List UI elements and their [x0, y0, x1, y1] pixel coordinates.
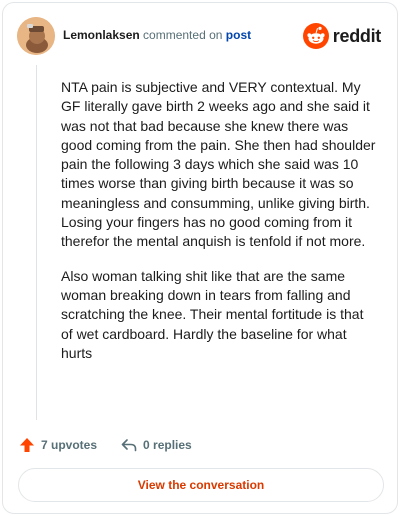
username-link[interactable]: Lemonlaksen: [63, 28, 140, 42]
reply-arrow-icon: [121, 439, 137, 452]
reply-count: 0 replies: [143, 438, 192, 452]
avatar-image: [17, 17, 55, 55]
thread-line: [36, 65, 37, 420]
comment-actions: 7 upvotes 0 replies: [19, 435, 216, 455]
reddit-snoo-icon: [302, 23, 329, 49]
byline-action-text: commented on: [143, 28, 223, 42]
upvote-count: 7 upvotes: [41, 438, 98, 452]
avatar[interactable]: [17, 17, 55, 55]
comment-paragraph: NTA pain is subjective and VERY contextu…: [61, 79, 376, 250]
view-conversation-button[interactable]: View the conversation: [18, 468, 384, 502]
comment-paragraph: Also woman talking shit like that are th…: [61, 267, 364, 361]
reply-button[interactable]: 0 replies: [121, 437, 192, 453]
upvote-arrow-icon: [20, 438, 34, 452]
comment-header: Lemonlaksen commented on post reddit: [17, 17, 383, 57]
comment-card: Lemonlaksen commented on post reddit NTA…: [2, 2, 398, 514]
reddit-logo[interactable]: reddit: [302, 23, 382, 49]
upvote-button[interactable]: 7 upvotes: [19, 437, 97, 453]
comment-body: NTA pain is subjective and VERY contextu…: [61, 78, 379, 378]
post-link[interactable]: post: [226, 28, 251, 42]
comment-byline: Lemonlaksen commented on post: [63, 28, 251, 42]
reddit-wordmark: reddit: [332, 25, 382, 46]
